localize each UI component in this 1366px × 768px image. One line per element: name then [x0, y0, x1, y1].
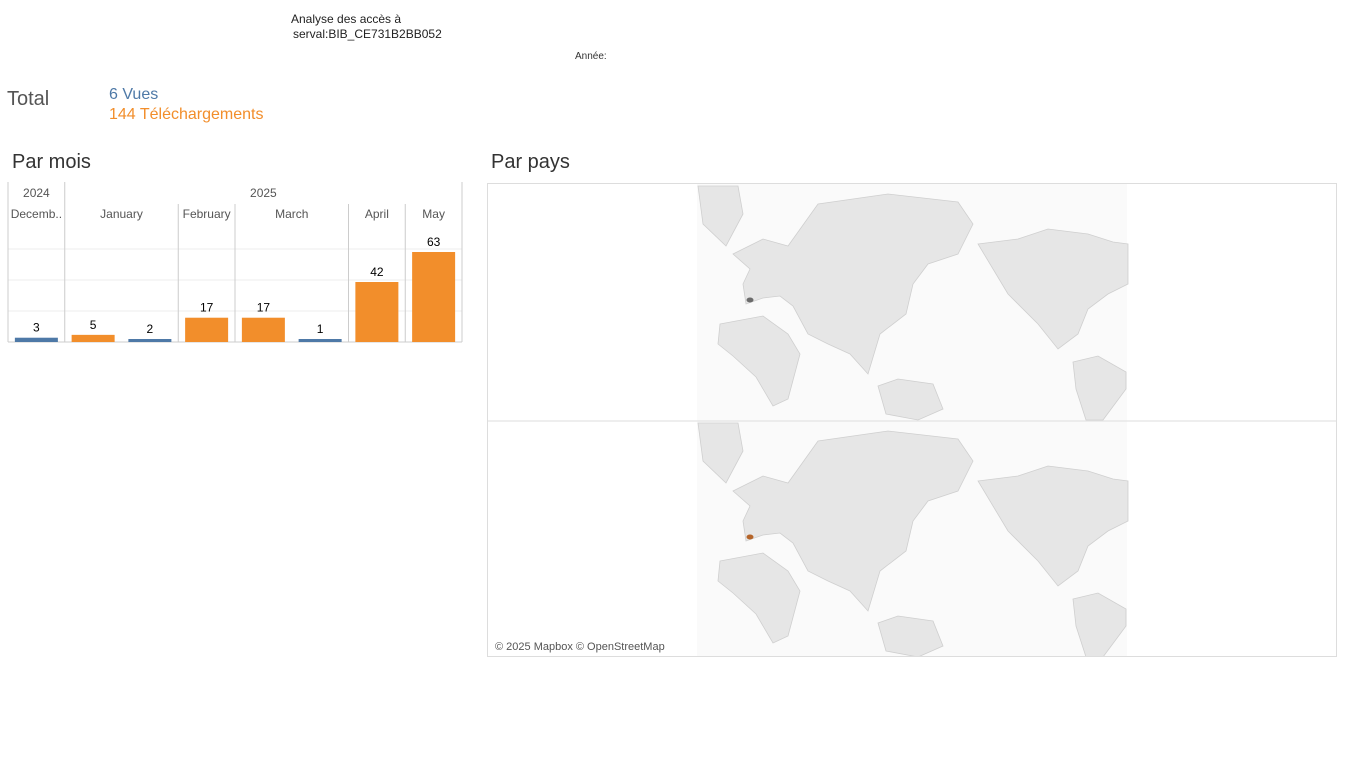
data-label: 1 [317, 322, 324, 336]
bar [355, 282, 399, 342]
highlighted-country-switzerland[interactable] [746, 534, 754, 540]
year-label: 2024 [23, 186, 50, 200]
map-attribution: © 2025 Mapbox © OpenStreetMap [495, 641, 665, 653]
data-label: 3 [33, 321, 40, 335]
data-label: 5 [90, 318, 97, 332]
bar [71, 334, 115, 342]
bar [241, 317, 285, 342]
title-line-1: Analyse des accès à [291, 12, 402, 26]
total-label: Total [7, 88, 50, 110]
month-label: Decemb.. [11, 207, 62, 221]
data-label: 63 [427, 235, 441, 249]
bar [412, 252, 456, 342]
month-label: March [275, 207, 308, 221]
monthly-bar-chart: 3 5 2 17 17 1 42 63 Decemb.. January February March… [7, 182, 463, 343]
title-line-2: serval:BIB_CE731B2BB052 [293, 27, 442, 41]
bar [185, 317, 229, 342]
total-views: 6 Vues [109, 86, 159, 103]
data-label: 42 [370, 265, 384, 279]
month-label: January [100, 207, 143, 221]
data-label: 17 [257, 301, 271, 315]
month-label: February [183, 207, 231, 221]
total-downloads: 144 Téléchargements [109, 106, 264, 123]
month-label: April [365, 207, 389, 221]
year-label: 2025 [250, 186, 277, 200]
map-panel-views [697, 184, 1129, 421]
world-map [488, 184, 1336, 656]
data-label: 2 [147, 322, 154, 336]
data-label: 17 [200, 301, 214, 315]
section-title-by-country: Par pays [491, 151, 570, 173]
dashboard-title: Analyse des accès à serval:BIB_CE731B2BB… [291, 12, 442, 42]
month-label: May [422, 207, 445, 221]
map-panel-downloads [697, 421, 1129, 656]
highlighted-country-switzerland[interactable] [746, 297, 754, 303]
bar [14, 337, 58, 342]
year-filter-label[interactable]: Année: [575, 51, 607, 62]
country-map[interactable] [487, 183, 1337, 657]
section-title-by-month: Par mois [12, 151, 91, 173]
bar [298, 339, 342, 342]
bar [128, 339, 172, 342]
